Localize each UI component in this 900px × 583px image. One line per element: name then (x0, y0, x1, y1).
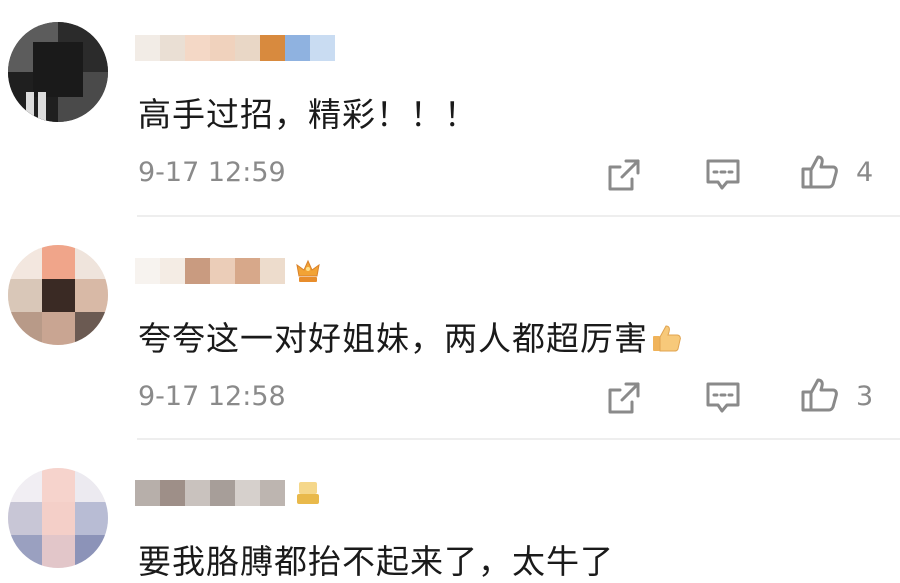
thumbs-up-emoji-icon (653, 325, 681, 352)
username-blurred[interactable] (135, 35, 335, 61)
share-icon[interactable] (604, 378, 644, 418)
comment-text: 高手过招，精彩！！！ (138, 95, 478, 134)
comment-timestamp: 9-17 12:58 (138, 381, 286, 412)
avatar[interactable] (8, 22, 108, 122)
avatar[interactable] (8, 468, 108, 568)
comment-icon[interactable] (703, 155, 743, 195)
username-blurred[interactable] (135, 258, 323, 284)
comment-text-content: 夸夸这一对好姐妹，两人都超厉害 (138, 319, 648, 358)
divider (137, 215, 900, 217)
thumbs-up-icon[interactable] (800, 375, 840, 415)
thumbs-up-icon[interactable] (800, 152, 840, 192)
blurred-username-mosaic (135, 258, 285, 284)
blurred-username-mosaic (135, 35, 335, 61)
like-count: 3 (856, 381, 874, 412)
crown-badge-icon (296, 259, 320, 282)
comment-timestamp: 9-17 12:59 (138, 157, 286, 188)
gold-badge-icon (297, 482, 319, 504)
comment-icon[interactable] (703, 378, 743, 418)
comment-text: 夸夸这一对好姐妹，两人都超厉害 (138, 312, 682, 360)
like-count: 4 (856, 157, 874, 188)
avatar[interactable] (8, 245, 108, 345)
share-icon[interactable] (604, 155, 644, 195)
divider (137, 438, 900, 440)
comment-text: 要我胳膊都抬不起来了，太牛了 (138, 542, 614, 581)
username-blurred[interactable] (135, 480, 323, 506)
blurred-username-mosaic (135, 480, 285, 506)
